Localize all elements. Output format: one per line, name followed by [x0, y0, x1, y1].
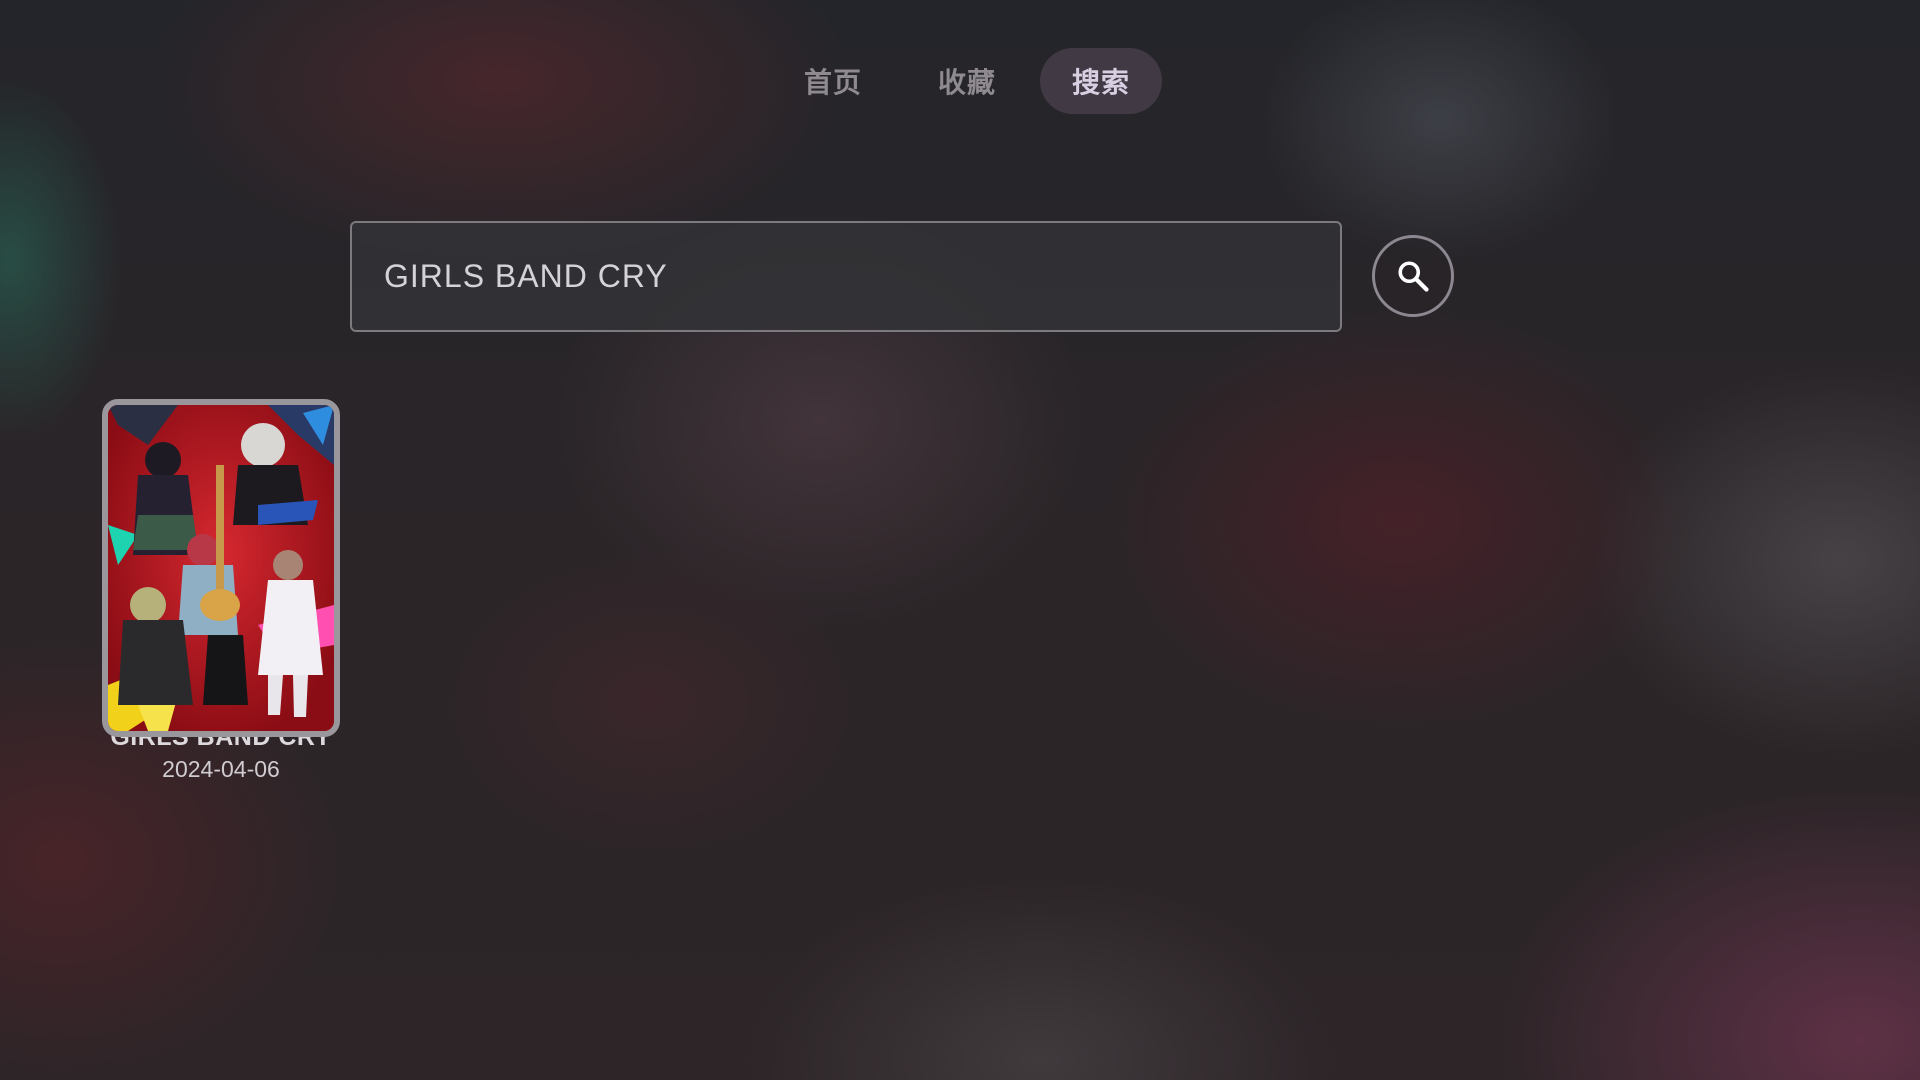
search-icon [1398, 261, 1429, 292]
search-input[interactable] [382, 257, 1340, 296]
result-poster[interactable] [102, 399, 340, 737]
tab-search[interactable]: 搜索 [1040, 48, 1163, 114]
tab-favorites[interactable]: 收藏 [906, 48, 1028, 114]
result-card[interactable]: GIRLS BAND CRY 2024-04-06 [102, 399, 340, 782]
tab-home[interactable]: 首页 [772, 48, 894, 114]
top-nav: 首页 收藏 搜索 [772, 48, 1174, 114]
result-date: 2024-04-06 [162, 756, 280, 782]
poster-image [108, 405, 334, 731]
search-button[interactable] [1372, 235, 1454, 317]
search-field[interactable] [350, 221, 1342, 332]
